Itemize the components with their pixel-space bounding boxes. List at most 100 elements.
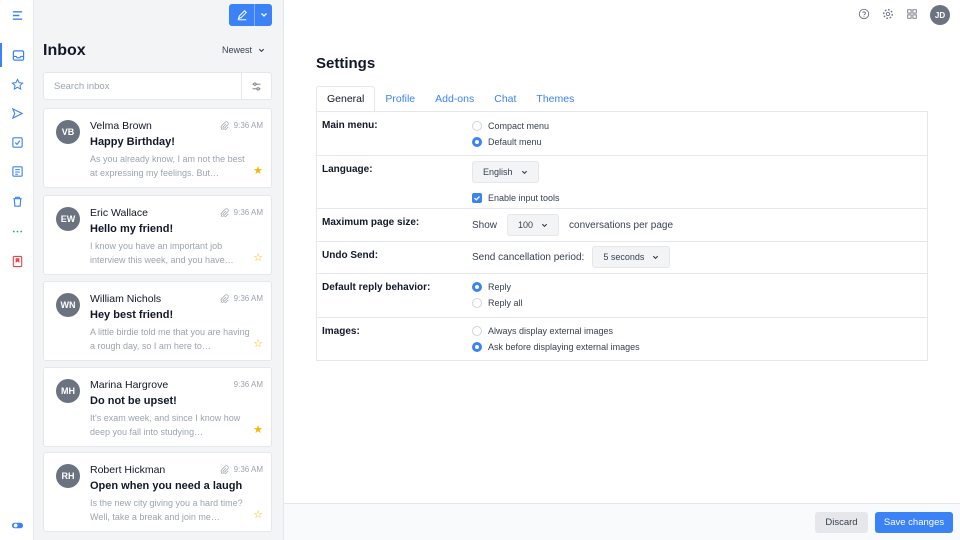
- page-size-select[interactable]: 100: [507, 214, 560, 236]
- paperclip-icon: [220, 121, 229, 130]
- paperclip-icon: [220, 208, 229, 217]
- settings-footer: Discard Save changes: [284, 503, 960, 540]
- setting-label: Images:: [322, 326, 360, 337]
- trash-icon[interactable]: [0, 189, 34, 213]
- bookmark-icon[interactable]: [0, 249, 34, 273]
- message-card[interactable]: EW Eric Wallace 9:36 AM Hello my friend! I k…: [43, 195, 272, 275]
- tab-add-ons[interactable]: Add-ons: [425, 86, 484, 112]
- avatar[interactable]: JD: [930, 5, 950, 25]
- undo-send-prefix: Send cancellation period:: [472, 251, 585, 263]
- filter-icon[interactable]: [241, 73, 271, 99]
- star-icon[interactable]: ☆: [253, 253, 263, 264]
- option-label: Compact menu: [488, 121, 550, 131]
- message-time: 9:36 AM: [233, 121, 263, 130]
- star-icon[interactable]: [0, 72, 34, 96]
- setting-label: Maximum page size:: [322, 217, 420, 228]
- radio-button[interactable]: [472, 342, 482, 352]
- setting-main-menu: Main menu: Compact menu Default menu: [317, 112, 927, 156]
- tab-general[interactable]: General: [316, 86, 376, 112]
- radio-reply-all[interactable]: Reply all: [472, 295, 523, 311]
- help-icon[interactable]: [858, 8, 870, 23]
- apps-grid-icon[interactable]: [906, 8, 918, 23]
- top-toolbar: JD: [858, 5, 950, 25]
- sort-dropdown[interactable]: Newest: [222, 45, 265, 55]
- sender-name: Eric Wallace: [90, 207, 148, 219]
- select-value: 100: [518, 220, 534, 230]
- star-icon[interactable]: ★: [253, 166, 263, 177]
- message-subject: Happy Birthday!: [90, 136, 175, 148]
- notes-icon[interactable]: [0, 159, 34, 183]
- message-time: 9:36 AM: [233, 294, 263, 303]
- radio-reply[interactable]: Reply: [472, 279, 523, 295]
- option-label: Always display external images: [488, 326, 614, 336]
- message-preview: It's exam week, and since I know how dee…: [90, 413, 241, 437]
- avatar: EW: [56, 207, 80, 231]
- message-time: 9:36 AM: [233, 208, 263, 217]
- message-card[interactable]: RH Robert Hickman 9:36 AM Open when you nee…: [43, 452, 272, 532]
- setting-language: Language: English Enable input tools: [317, 156, 927, 209]
- message-preview: A little birdie told me that you are hav…: [90, 327, 250, 351]
- menu-icon[interactable]: [0, 3, 34, 27]
- message-meta: 9:36 AM: [234, 380, 263, 389]
- option-label: Reply: [488, 282, 512, 292]
- star-icon[interactable]: ★: [253, 425, 263, 436]
- message-preview: I know you have an important job intervi…: [90, 241, 234, 265]
- search-input[interactable]: [44, 73, 241, 99]
- sender-name: William Nichols: [90, 293, 162, 305]
- message-card[interactable]: VB Velma Brown 9:36 AM Happy Birthday! As yo…: [43, 108, 272, 188]
- radio-button[interactable]: [472, 326, 482, 336]
- radio-button[interactable]: [472, 121, 482, 131]
- message-meta: 9:36 AM: [220, 294, 263, 303]
- radio-always-display[interactable]: Always display external images: [472, 323, 640, 339]
- chevron-down-icon[interactable]: [255, 11, 272, 19]
- message-card[interactable]: MH Marina Hargrove 9:36 AM Do not be upset!…: [43, 367, 272, 447]
- settings-panel: Main menu: Compact menu Default menu Lan…: [316, 111, 928, 361]
- star-icon[interactable]: ☆: [253, 510, 263, 521]
- select-value: 5 seconds: [603, 252, 645, 262]
- pen-icon[interactable]: [229, 4, 255, 26]
- chevron-down-icon: [541, 223, 548, 227]
- option-label: Ask before displaying external images: [488, 342, 640, 352]
- drafts-icon[interactable]: [0, 130, 34, 154]
- check-icon[interactable]: [472, 193, 482, 203]
- inbox-icon[interactable]: [0, 43, 34, 67]
- search-box: [43, 72, 272, 100]
- message-card[interactable]: WN William Nichols 9:36 AM Hey best friend!…: [43, 281, 272, 361]
- star-icon[interactable]: ☆: [253, 339, 263, 350]
- chevron-down-icon: [258, 48, 265, 52]
- message-time: 9:36 AM: [233, 380, 263, 389]
- more-icon[interactable]: [0, 219, 34, 243]
- tab-profile[interactable]: Profile: [375, 86, 425, 112]
- radio-ask-before[interactable]: Ask before displaying external images: [472, 339, 640, 355]
- toggle-icon[interactable]: [0, 513, 34, 537]
- message-preview: As you already know, I am not the best a…: [90, 154, 245, 178]
- setting-images: Images: Always display external images A…: [317, 318, 927, 360]
- save-button[interactable]: Save changes: [875, 512, 953, 533]
- setting-undo-send: Undo Send: Send cancellation period: 5 s…: [317, 242, 927, 274]
- page-size-suffix: conversations per page: [569, 219, 674, 231]
- language-select[interactable]: English: [472, 161, 539, 183]
- input-tools-checkbox[interactable]: Enable input tools: [472, 190, 560, 206]
- message-meta: 9:36 AM: [220, 208, 263, 217]
- send-icon[interactable]: [0, 101, 34, 125]
- gear-icon[interactable]: [882, 8, 894, 23]
- radio-default-menu[interactable]: Default menu: [472, 134, 549, 150]
- radio-compact-menu[interactable]: Compact menu: [472, 118, 549, 134]
- left-rail: [0, 0, 34, 540]
- undo-send-select[interactable]: 5 seconds: [592, 246, 671, 268]
- sender-name: Robert Hickman: [90, 464, 166, 476]
- radio-button[interactable]: [472, 137, 482, 147]
- tab-themes[interactable]: Themes: [526, 86, 584, 112]
- tab-chat[interactable]: Chat: [484, 86, 526, 112]
- setting-label: Default reply behavior:: [322, 282, 431, 293]
- sort-label: Newest: [222, 45, 253, 55]
- discard-button[interactable]: Discard: [815, 512, 868, 533]
- setting-reply-behavior: Default reply behavior: Reply Reply all: [317, 274, 927, 318]
- radio-button[interactable]: [472, 282, 482, 292]
- message-preview: Is the new city giving you a hard time? …: [90, 498, 243, 522]
- avatar: MH: [56, 379, 80, 403]
- sender-name: Velma Brown: [90, 120, 152, 132]
- compose-button[interactable]: [229, 4, 272, 26]
- radio-button[interactable]: [472, 298, 482, 308]
- option-label: Enable input tools: [488, 193, 560, 203]
